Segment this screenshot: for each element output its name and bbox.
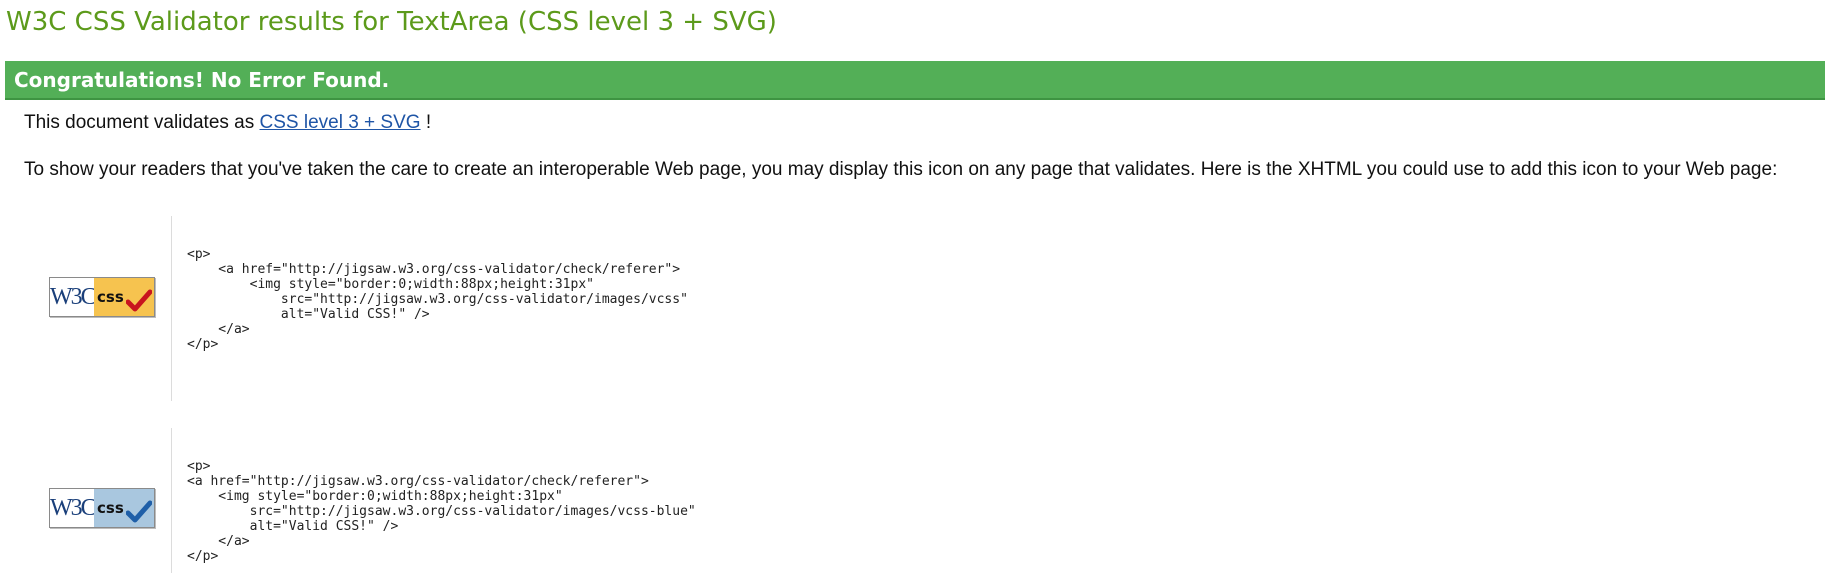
code-divider: [171, 428, 172, 573]
css-badge-panel: css: [94, 278, 154, 316]
css-badge-text: css: [97, 288, 124, 306]
success-banner-text: Congratulations! No Error Found.: [14, 68, 390, 92]
css-level-link[interactable]: CSS level 3 + SVG: [260, 112, 421, 133]
page-title: W3C CSS Validator results for TextArea (…: [6, 7, 777, 37]
gold-badge-block: W3C css <p> <a href="http://jigsaw.w3.or…: [24, 216, 1814, 401]
w3c-css-blue-badge-icon: W3C css: [49, 488, 155, 528]
css-badge-panel: css: [94, 489, 154, 527]
validates-prefix: This document validates as: [24, 112, 260, 133]
red-check-icon: [126, 289, 152, 312]
blue-badge-block: W3C css <p> <a href="http://jigsaw.w3.or…: [24, 428, 1814, 573]
success-banner: Congratulations! No Error Found.: [5, 61, 1825, 100]
code-divider: [171, 216, 172, 401]
w3c-logo-text: W3C: [50, 278, 97, 316]
w3c-logo-text: W3C: [50, 489, 97, 527]
css-badge-text: css: [97, 499, 124, 517]
blue-check-icon: [126, 500, 152, 523]
validates-suffix: !: [420, 112, 432, 133]
w3c-css-gold-badge-icon: W3C css: [49, 277, 155, 317]
blue-badge-code-snippet: <p> <a href="http://jigsaw.w3.org/css-va…: [187, 459, 696, 564]
validates-line: This document validates as CSS level 3 +…: [24, 111, 431, 135]
readers-paragraph: To show your readers that you've taken t…: [24, 159, 1778, 180]
gold-badge-code-snippet: <p> <a href="http://jigsaw.w3.org/css-va…: [187, 247, 688, 352]
